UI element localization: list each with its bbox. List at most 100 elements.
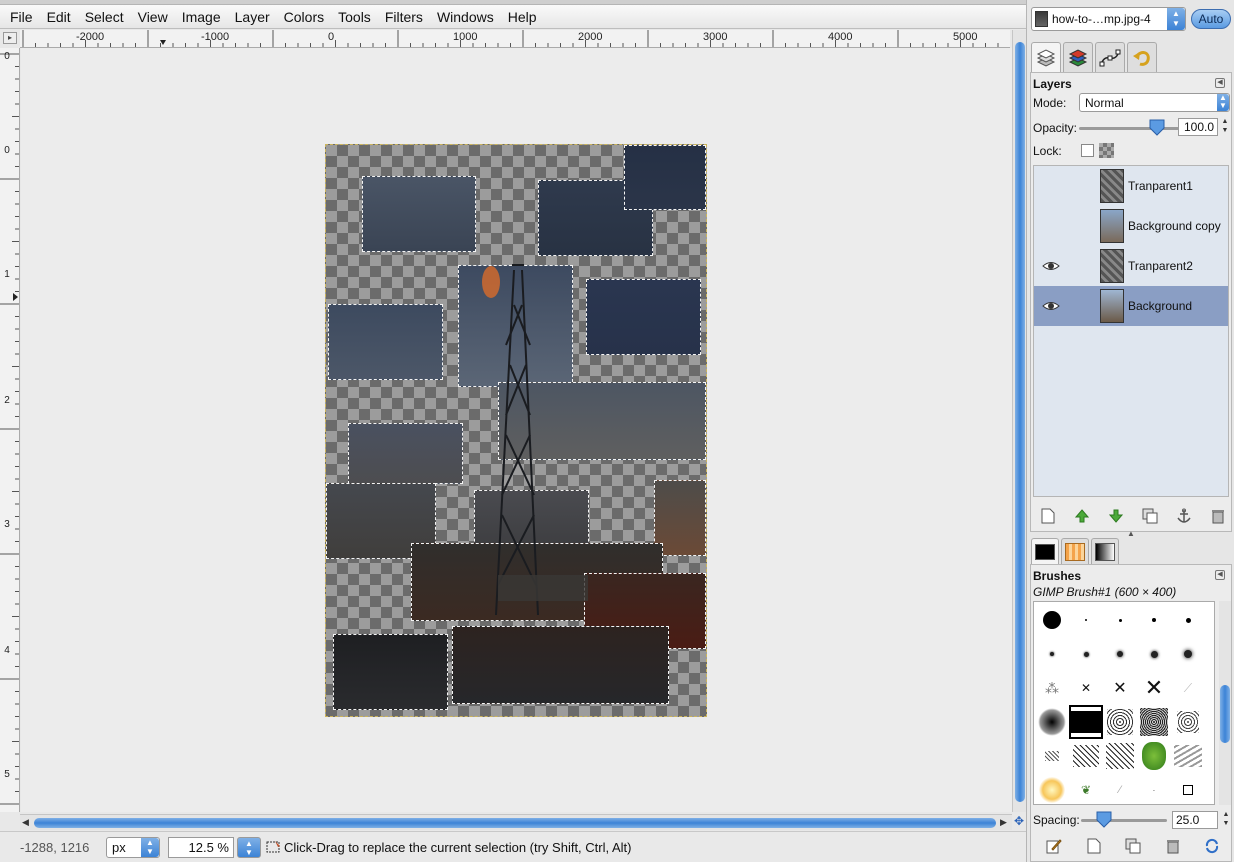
brush-swatch[interactable]: ✕ [1069, 671, 1103, 705]
scroll-left-icon[interactable]: ◀ [22, 817, 29, 828]
unit-select[interactable]: px ▲ ▼ [106, 837, 160, 858]
menu-filters[interactable]: Filters [378, 9, 430, 25]
new-layer-icon[interactable] [1039, 507, 1057, 525]
horizontal-scrollbar[interactable]: ◀ ▶ [20, 814, 1012, 830]
layer-row[interactable]: Background [1034, 286, 1228, 326]
horizontal-scroll-thumb[interactable] [34, 818, 996, 828]
delete-layer-icon[interactable] [1209, 507, 1227, 525]
brush-swatch[interactable] [1069, 603, 1103, 637]
lock-alpha-icon[interactable] [1099, 143, 1114, 158]
tab-brushes[interactable] [1031, 538, 1059, 564]
menu-help[interactable]: Help [501, 9, 544, 25]
duplicate-brush-icon[interactable] [1124, 837, 1142, 855]
brush-swatch[interactable]: · [1137, 773, 1171, 807]
tab-undo-history[interactable] [1127, 42, 1157, 72]
duplicate-layer-icon[interactable] [1141, 507, 1159, 525]
brush-swatch[interactable]: ✕ [1103, 671, 1137, 705]
ruler-label: 4 [4, 645, 10, 656]
brush-swatch[interactable] [1137, 739, 1171, 773]
lock-pixels-checkbox[interactable] [1081, 144, 1094, 157]
tab-channels[interactable] [1063, 42, 1093, 72]
spacing-input[interactable]: 25.0 [1172, 811, 1218, 829]
brush-swatch[interactable]: ⁂ [1035, 671, 1069, 705]
tab-patterns[interactable] [1061, 538, 1089, 564]
brush-swatch[interactable] [1069, 739, 1103, 773]
brush-swatch[interactable] [1103, 603, 1137, 637]
layer-list[interactable]: Tranparent1 Background copy Tranparent2 [1033, 165, 1229, 497]
brush-grid[interactable]: ⁂ ✕ ✕ ✕ ⟋ ❦ ⁄ · [1033, 601, 1215, 805]
navigate-icon[interactable]: ✥ [1012, 814, 1026, 830]
image-select[interactable]: how-to-…mp.jpg-4 ▲ ▼ [1031, 7, 1186, 31]
brush-swatch[interactable] [1069, 637, 1103, 671]
brush-swatch[interactable] [1069, 705, 1103, 739]
zoom-dropdown-button[interactable]: ▲ ▼ [237, 837, 261, 858]
menu-edit[interactable]: Edit [40, 9, 78, 25]
vertical-ruler[interactable]: 0 0 1 2 3 4 5 [0, 48, 20, 812]
zoom-input[interactable]: 12.5 % [168, 837, 234, 858]
image-with-selection[interactable] [325, 144, 707, 717]
brush-swatch[interactable]: ⁄ [1103, 773, 1137, 807]
brush-swatch[interactable] [1171, 637, 1205, 671]
spacing-stepper[interactable]: ▲ ▼ [1221, 810, 1231, 830]
brush-swatch[interactable]: ❦ [1069, 773, 1103, 807]
brush-swatch[interactable] [1137, 705, 1171, 739]
image-canvas[interactable] [21, 48, 1012, 812]
tab-gradients[interactable] [1091, 538, 1119, 564]
layer-row[interactable]: Background copy [1034, 206, 1228, 246]
mode-select[interactable]: Normal ▲ ▼ [1079, 93, 1230, 112]
scroll-right-icon[interactable]: ▶ [1000, 817, 1007, 828]
auto-button[interactable]: Auto [1191, 9, 1231, 29]
menu-colors[interactable]: Colors [277, 9, 331, 25]
opacity-stepper[interactable]: ▲ ▼ [1220, 117, 1230, 137]
brush-swatch[interactable]: ⟋ [1171, 671, 1205, 705]
edit-brush-icon[interactable] [1045, 837, 1063, 855]
pane-resize-handle[interactable]: ▲ [1127, 529, 1135, 538]
brush-swatch[interactable] [1171, 773, 1205, 807]
brush-swatch[interactable] [1035, 705, 1069, 739]
spacing-slider[interactable] [1081, 819, 1167, 822]
opacity-slider-handle[interactable] [1148, 118, 1166, 136]
menu-view[interactable]: View [131, 9, 175, 25]
delete-brush-icon[interactable] [1164, 837, 1182, 855]
menu-windows[interactable]: Windows [430, 9, 501, 25]
spacing-slider-handle[interactable] [1095, 810, 1113, 828]
panel-menu-icon[interactable]: ◀ [1215, 570, 1225, 580]
layer-row[interactable]: Tranparent2 [1034, 246, 1228, 286]
opacity-input[interactable]: 100.0 [1178, 118, 1218, 136]
brush-scroll-thumb[interactable] [1220, 685, 1230, 743]
menu-select[interactable]: Select [78, 9, 131, 25]
brush-grid-scrollbar[interactable] [1219, 601, 1231, 805]
horizontal-ruler[interactable]: -2000 -1000 0 1000 2000 3000 4000 5000 [20, 30, 1010, 48]
visibility-eye-icon[interactable] [1042, 299, 1060, 313]
menu-image[interactable]: Image [175, 9, 228, 25]
brush-swatch[interactable] [1171, 603, 1205, 637]
vertical-scrollbar[interactable] [1012, 30, 1026, 812]
brush-swatch[interactable] [1103, 739, 1137, 773]
brush-swatch[interactable] [1171, 739, 1205, 773]
anchor-layer-icon[interactable] [1175, 507, 1193, 525]
menu-file[interactable]: File [3, 9, 40, 25]
brush-swatch[interactable] [1035, 773, 1069, 807]
tab-layers[interactable] [1031, 42, 1061, 72]
tab-paths[interactable] [1095, 42, 1125, 72]
brush-swatch[interactable] [1137, 603, 1171, 637]
brush-swatch[interactable] [1103, 705, 1137, 739]
panel-menu-icon[interactable]: ◀ [1215, 78, 1225, 88]
brush-swatch[interactable] [1137, 637, 1171, 671]
layer-row[interactable]: Tranparent1 [1034, 166, 1228, 206]
visibility-eye-icon[interactable] [1042, 259, 1060, 273]
vertical-scroll-thumb[interactable] [1015, 42, 1025, 802]
brush-swatch[interactable] [1171, 705, 1205, 739]
menu-layer[interactable]: Layer [228, 9, 277, 25]
new-brush-icon[interactable] [1085, 837, 1103, 855]
menu-tools[interactable]: Tools [331, 9, 378, 25]
raise-layer-icon[interactable] [1073, 507, 1091, 525]
refresh-brushes-icon[interactable] [1203, 837, 1221, 855]
brush-swatch[interactable] [1103, 637, 1137, 671]
quick-mask-toggle-icon[interactable]: ▸ [3, 32, 17, 44]
brush-swatch[interactable]: ✕ [1137, 671, 1171, 705]
brush-swatch[interactable] [1035, 739, 1069, 773]
brush-swatch[interactable] [1035, 603, 1069, 637]
lower-layer-icon[interactable] [1107, 507, 1125, 525]
brush-swatch[interactable] [1035, 637, 1069, 671]
